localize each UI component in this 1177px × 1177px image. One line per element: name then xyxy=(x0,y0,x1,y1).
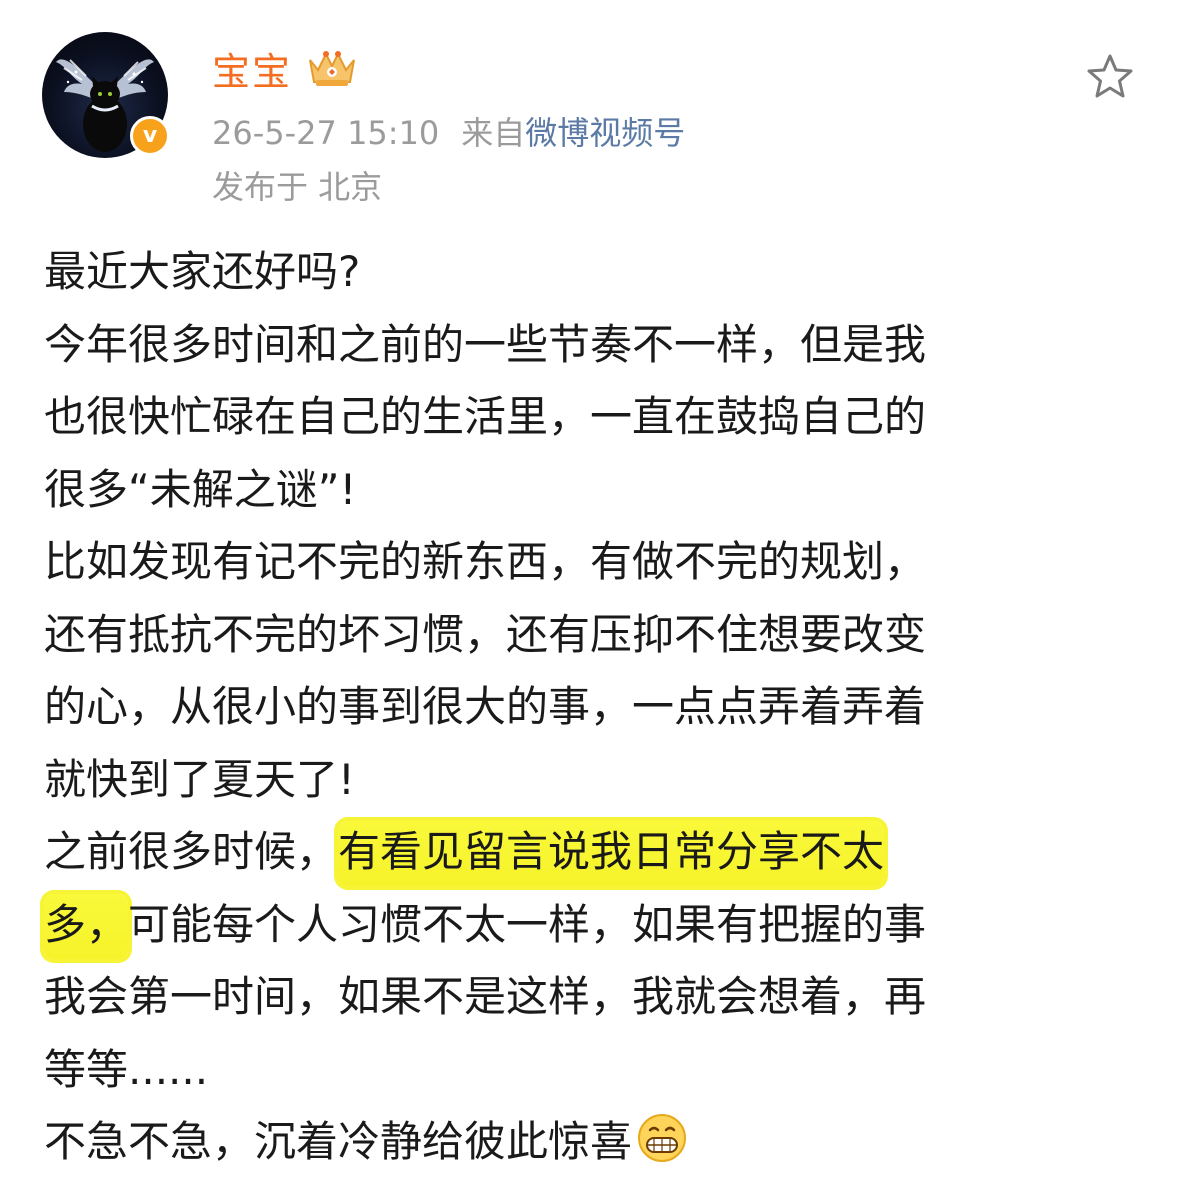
body-line: 多，可能每个人习惯不太一样，如果有把握的事 xyxy=(44,889,1134,962)
body-line: 就快到了夏天了! xyxy=(44,754,355,804)
highlighted-text: 有看见留言说我日常分享不太 xyxy=(338,821,885,886)
body-line: 我会第一时间，如果不是这样，我就会想着，再 xyxy=(44,972,927,1021)
body-line: 之前很多时候，有看见留言说我日常分享不太 xyxy=(44,816,1134,889)
highlighted-text: 多， xyxy=(44,893,129,959)
username[interactable]: 宝宝 xyxy=(212,41,292,96)
avatar-container[interactable]: v xyxy=(42,32,170,160)
post-meta: 26-5-27 15:10 来自微博视频号 xyxy=(212,108,685,154)
source-link[interactable]: 微博视频号 xyxy=(525,114,685,152)
body-line: 最近大家还好吗? xyxy=(44,247,361,296)
body-text: 之前很多时候， xyxy=(44,827,339,876)
star-outline-icon[interactable] xyxy=(1085,52,1135,102)
body-line: 今年很多时间和之前的一些节奏不一样，但是我 xyxy=(44,319,927,369)
crown-badge-icon[interactable] xyxy=(304,46,360,90)
body-line: 很多“未解之谜”! xyxy=(44,464,357,514)
body-text: 不急不急，沉着冷静给彼此惊喜 xyxy=(44,1117,633,1166)
verified-badge-icon: v xyxy=(130,116,170,156)
grinning-face-icon xyxy=(638,1114,687,1162)
body-line: 还有抵抗不完的坏习惯，还有压抑不住想要改变 xyxy=(44,609,927,659)
body-line: 也很快忙碌在自己的生活里，一直在鼓捣自己的 xyxy=(44,392,927,441)
body-text: 可能每个人习惯不太一样，如果有把握的事 xyxy=(128,899,927,949)
post-location: 发布于 北京 xyxy=(212,168,383,206)
post-body: 最近大家还好吗? 今年很多时间和之前的一些节奏不一样，但是我 也很快忙碌在自己的… xyxy=(44,236,1134,1177)
body-line: 的心，从很小的事到很大的事，一点点弄着弄着 xyxy=(44,682,927,731)
source-prefix: 来自 xyxy=(461,114,526,152)
weibo-post: v 宝宝 26-5-27 15:10 来自微博视频号 发布于 北京 最近大家还好吗… xyxy=(0,0,1177,1177)
post-timestamp: 26-5-27 15:10 xyxy=(212,114,440,152)
body-line: 不急不急，沉着冷静给彼此惊喜 xyxy=(44,1106,1134,1177)
body-line: 比如发现有记不完的新东西，有做不完的规划， xyxy=(44,537,927,586)
body-line: 等等...... xyxy=(44,1044,209,1094)
username-row: 宝宝 xyxy=(212,42,360,94)
